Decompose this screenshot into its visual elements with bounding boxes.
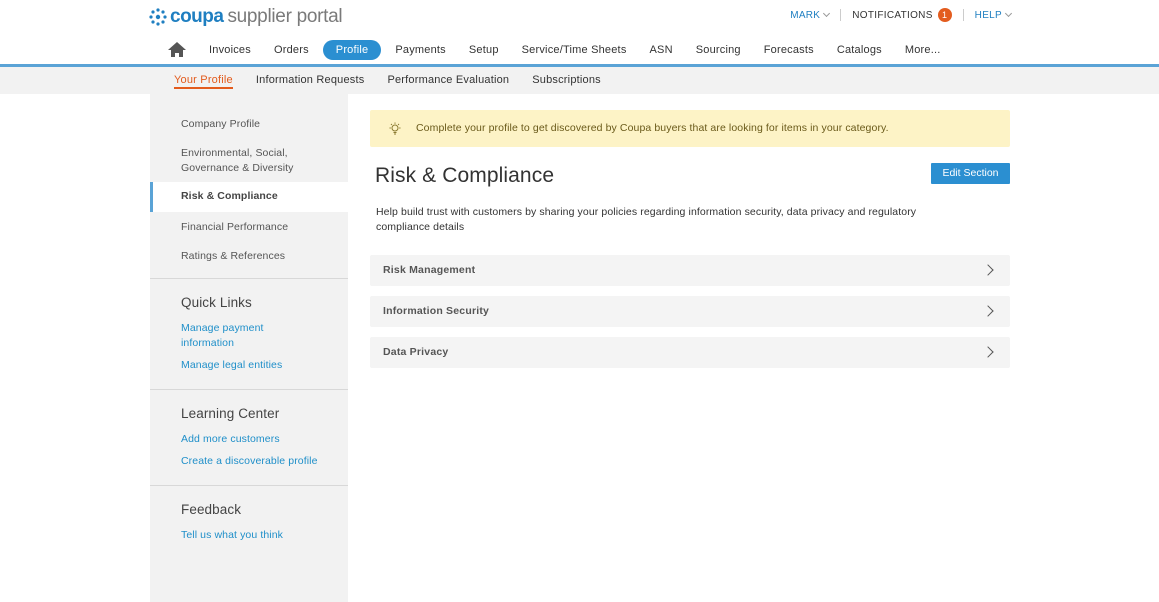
page-title: Risk & Compliance bbox=[375, 164, 555, 187]
top-header: coupa supplier portal MARK NOTIFICATIONS… bbox=[0, 0, 1159, 34]
sub-nav: Your Profile Information Requests Perfor… bbox=[0, 67, 1159, 94]
sidebar-divider bbox=[150, 485, 348, 486]
banner-text: Complete your profile to get discovered … bbox=[416, 122, 889, 134]
nav-catalogs[interactable]: Catalogs bbox=[828, 40, 891, 60]
learning-center-heading: Learning Center bbox=[181, 406, 280, 421]
nav-more[interactable]: More... bbox=[896, 40, 950, 60]
sidebar-item-ratings-references[interactable]: Ratings & References bbox=[181, 249, 341, 264]
subnav-subscriptions[interactable]: Subscriptions bbox=[532, 67, 601, 94]
main-nav-list: Invoices Orders Profile Payments Setup S… bbox=[162, 36, 955, 64]
nav-setup[interactable]: Setup bbox=[460, 40, 508, 60]
nav-invoices[interactable]: Invoices bbox=[200, 40, 260, 60]
edit-section-button[interactable]: Edit Section bbox=[931, 163, 1010, 184]
sidebar: Company Profile Environmental, Social, G… bbox=[150, 94, 348, 602]
help-dropdown[interactable]: HELP bbox=[974, 9, 1013, 21]
chevron-down-icon bbox=[1004, 9, 1013, 18]
nav-orders[interactable]: Orders bbox=[265, 40, 318, 60]
tell-us-link[interactable]: Tell us what you think bbox=[181, 528, 331, 543]
accordion-label: Risk Management bbox=[383, 264, 476, 276]
divider bbox=[962, 9, 964, 21]
accordion-information-security[interactable]: Information Security bbox=[370, 296, 1010, 327]
nav-payments[interactable]: Payments bbox=[386, 40, 455, 60]
home-icon[interactable] bbox=[162, 36, 192, 64]
accordion-label: Data Privacy bbox=[383, 346, 449, 358]
quick-links-heading: Quick Links bbox=[181, 295, 252, 310]
nav-service-time-sheets[interactable]: Service/Time Sheets bbox=[513, 40, 636, 60]
sidebar-item-esg[interactable]: Environmental, Social, Governance & Dive… bbox=[181, 146, 311, 176]
add-more-customers-link[interactable]: Add more customers bbox=[181, 432, 331, 447]
feedback-heading: Feedback bbox=[181, 502, 242, 517]
subnav-your-profile[interactable]: Your Profile bbox=[174, 67, 233, 94]
create-discoverable-profile-link[interactable]: Create a discoverable profile bbox=[181, 454, 346, 469]
nav-forecasts[interactable]: Forecasts bbox=[755, 40, 823, 60]
notifications-count-badge: 1 bbox=[937, 8, 952, 22]
logo-subtitle: supplier portal bbox=[227, 6, 343, 27]
coupa-logo-icon bbox=[148, 7, 168, 27]
chevron-right-icon bbox=[982, 264, 994, 276]
user-name: MARK bbox=[790, 9, 821, 21]
help-label: HELP bbox=[974, 9, 1002, 21]
logo-word: coupa bbox=[170, 6, 224, 27]
notifications-button[interactable]: NOTIFICATIONS 1 bbox=[852, 8, 952, 22]
coupa-logo[interactable]: coupa supplier portal bbox=[148, 6, 343, 28]
sidebar-divider bbox=[150, 389, 348, 390]
section-description: Help build trust with customers by shari… bbox=[376, 206, 917, 233]
sidebar-divider bbox=[150, 278, 348, 279]
manage-legal-entities-link[interactable]: Manage legal entities bbox=[181, 358, 331, 373]
nav-asn[interactable]: ASN bbox=[641, 40, 682, 60]
accordion-label: Information Security bbox=[383, 305, 490, 317]
sidebar-item-risk-compliance[interactable]: Risk & Compliance bbox=[150, 182, 348, 212]
lightbulb-icon bbox=[388, 122, 402, 136]
subnav-performance-evaluation[interactable]: Performance Evaluation bbox=[387, 67, 509, 94]
accordion-risk-management[interactable]: Risk Management bbox=[370, 255, 1010, 286]
notifications-label: NOTIFICATIONS bbox=[852, 9, 933, 21]
sidebar-item-financial-performance[interactable]: Financial Performance bbox=[181, 220, 341, 235]
sidebar-item-company-profile[interactable]: Company Profile bbox=[181, 117, 341, 132]
accordion-data-privacy[interactable]: Data Privacy bbox=[370, 337, 1010, 368]
chevron-right-icon bbox=[982, 305, 994, 317]
user-menu: MARK NOTIFICATIONS 1 HELP bbox=[790, 8, 1013, 22]
main-nav: Invoices Orders Profile Payments Setup S… bbox=[0, 36, 1159, 64]
manage-payment-link[interactable]: Manage payment information bbox=[181, 321, 281, 351]
chevron-right-icon bbox=[982, 346, 994, 358]
chevron-down-icon bbox=[823, 9, 831, 18]
nav-sourcing[interactable]: Sourcing bbox=[687, 40, 750, 60]
sub-nav-list: Your Profile Information Requests Perfor… bbox=[174, 67, 624, 94]
nav-profile[interactable]: Profile bbox=[322, 40, 382, 60]
divider bbox=[840, 9, 842, 21]
sidebar-item-label: Risk & Compliance bbox=[181, 190, 278, 202]
user-dropdown[interactable]: MARK bbox=[790, 9, 831, 21]
subnav-information-requests[interactable]: Information Requests bbox=[256, 67, 365, 94]
profile-completion-banner: Complete your profile to get discovered … bbox=[370, 110, 1010, 147]
